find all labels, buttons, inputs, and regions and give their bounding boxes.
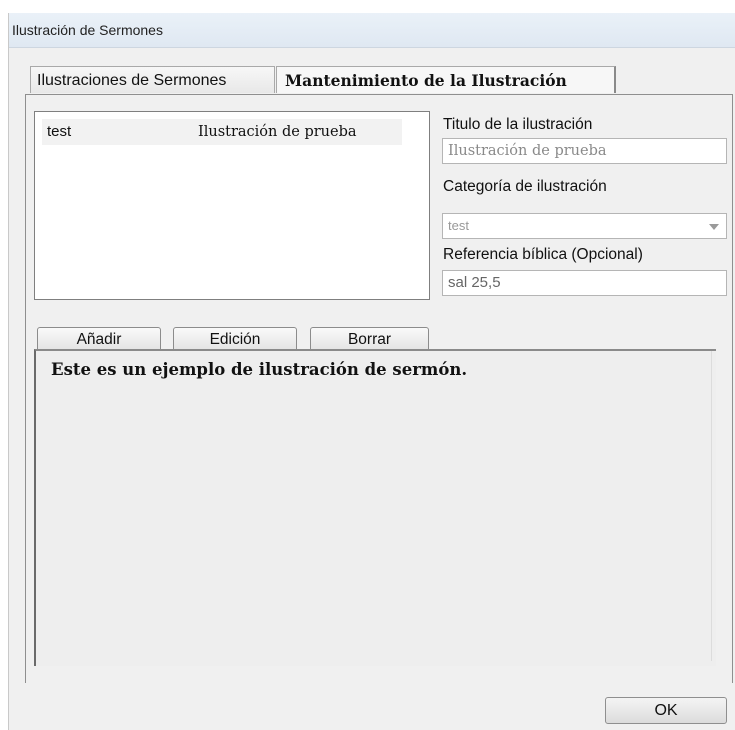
editor-content: Este es un ejemplo de ilustración de ser… [51, 360, 468, 379]
list-item-name: test [47, 123, 72, 140]
reference-input[interactable]: sal 25,5 [442, 270, 727, 296]
window-title: Ilustración de Sermones [12, 22, 163, 38]
tab-mantenimiento[interactable]: Mantenimiento de la Ilustración [276, 66, 616, 93]
title-field-label: Titulo de la ilustración [443, 116, 593, 133]
tab-mantenimiento-label: Mantenimiento de la Ilustración [285, 71, 567, 90]
reference-field-label: Referencia bíblica (Opcional) [443, 246, 643, 263]
list-item[interactable]: test Ilustración de prueba [42, 119, 402, 145]
illustration-list[interactable]: test Ilustración de prueba [34, 111, 430, 300]
category-select[interactable]: test [442, 213, 727, 239]
ok-button[interactable]: OK [605, 697, 727, 724]
title-input[interactable]: Ilustración de prueba [442, 138, 727, 164]
editor-divider [711, 351, 712, 661]
chevron-down-icon [709, 224, 719, 230]
tab-ilustraciones[interactable]: Ilustraciones de Sermones [30, 66, 275, 93]
category-select-value: test [448, 218, 469, 233]
list-item-title: Ilustración de prueba [198, 124, 357, 140]
tab-ilustraciones-label: Ilustraciones de Sermones [37, 72, 227, 89]
category-field-label: Categoría de ilustración [443, 178, 607, 195]
dialog-window: Ilustración de Sermones Ilustraciones de… [8, 13, 735, 730]
title-bar: Ilustración de Sermones [9, 13, 735, 48]
illustration-text-editor[interactable]: Este es un ejemplo de ilustración de ser… [34, 349, 716, 666]
